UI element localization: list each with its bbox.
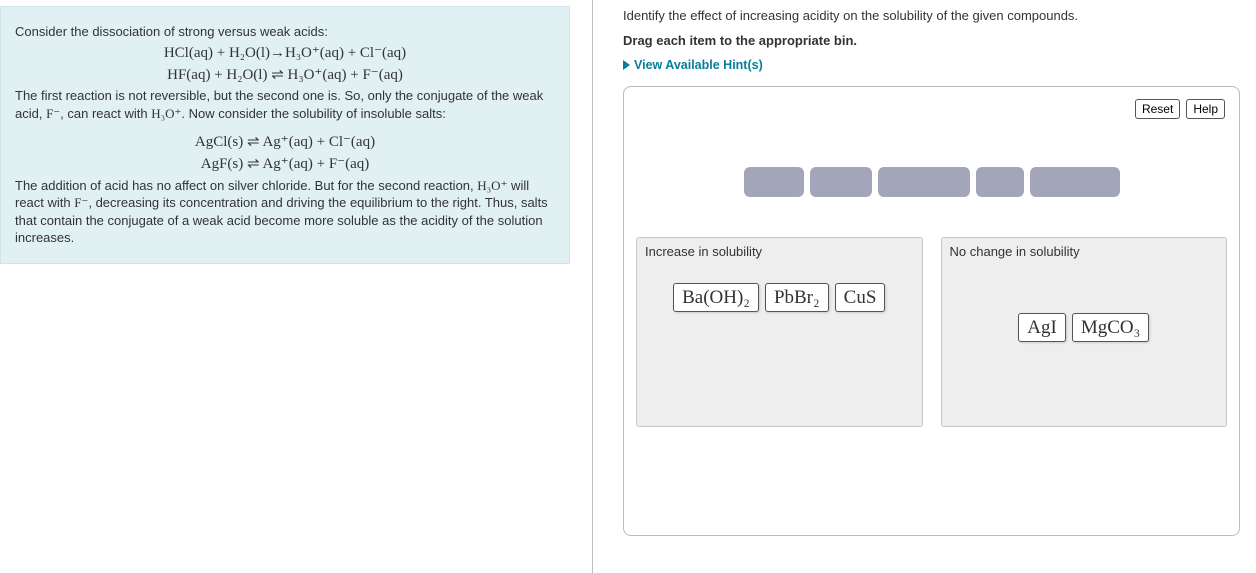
bin-row: Increase in solubility Ba(OH)₂ PbBr₂ CuS… bbox=[636, 237, 1227, 427]
bin-increase[interactable]: Increase in solubility Ba(OH)₂ PbBr₂ CuS bbox=[636, 237, 923, 427]
intro-text: Consider the dissociation of strong vers… bbox=[15, 23, 555, 41]
equation-3: AgCl(s) ⇌ Ag⁺(aq) + Cl⁻(aq) bbox=[15, 132, 555, 152]
drag-drop-panel: Reset Help Increase in solubility Ba(OH)… bbox=[623, 86, 1240, 536]
question-pane: Identify the effect of increasing acidit… bbox=[623, 0, 1256, 573]
empty-slot[interactable] bbox=[810, 167, 872, 197]
bin-items: Ba(OH)₂ PbBr₂ CuS bbox=[645, 283, 914, 312]
compound-baoh2[interactable]: Ba(OH)₂ bbox=[673, 283, 759, 312]
compound-cus[interactable]: CuS bbox=[835, 283, 886, 312]
equation-4: AgF(s) ⇌ Ag⁺(aq) + F⁻(aq) bbox=[15, 154, 555, 174]
info-pane: Consider the dissociation of strong vers… bbox=[0, 0, 580, 573]
panel-toolbar: Reset Help bbox=[1135, 99, 1225, 119]
vertical-divider bbox=[592, 0, 593, 573]
empty-slot[interactable] bbox=[976, 167, 1024, 197]
help-button[interactable]: Help bbox=[1186, 99, 1225, 119]
compound-mgco3[interactable]: MgCO₃ bbox=[1072, 313, 1149, 342]
empty-slot[interactable] bbox=[744, 167, 804, 197]
info-box: Consider the dissociation of strong vers… bbox=[0, 6, 570, 264]
empty-slot[interactable] bbox=[1030, 167, 1120, 197]
drag-instruction: Drag each item to the appropriate bin. bbox=[623, 33, 1240, 48]
hints-label: View Available Hint(s) bbox=[634, 58, 763, 72]
bin-nochange[interactable]: No change in solubility AgI MgCO₃ bbox=[941, 237, 1228, 427]
para-2: The addition of acid has no affect on si… bbox=[15, 177, 555, 247]
compound-agi[interactable]: AgI bbox=[1018, 313, 1066, 342]
question-prompt: Identify the effect of increasing acidit… bbox=[623, 8, 1240, 23]
caret-right-icon bbox=[623, 60, 630, 70]
view-hints-toggle[interactable]: View Available Hint(s) bbox=[623, 58, 1240, 72]
bin-items: AgI MgCO₃ bbox=[950, 313, 1219, 342]
reset-button[interactable]: Reset bbox=[1135, 99, 1180, 119]
bin-label: Increase in solubility bbox=[645, 244, 914, 259]
para-1: The first reaction is not reversible, bu… bbox=[15, 87, 555, 122]
compound-pbbr2[interactable]: PbBr₂ bbox=[765, 283, 829, 312]
equation-2: HF(aq) + H₂O(l) ⇌ H₃O⁺(aq) + F⁻(aq) bbox=[15, 65, 555, 85]
source-slots bbox=[636, 167, 1227, 197]
equation-1: HCl(aq) + H₂O(l)→H₃O⁺(aq) + Cl⁻(aq) bbox=[15, 43, 555, 63]
empty-slot[interactable] bbox=[878, 167, 970, 197]
bin-label: No change in solubility bbox=[950, 244, 1219, 259]
